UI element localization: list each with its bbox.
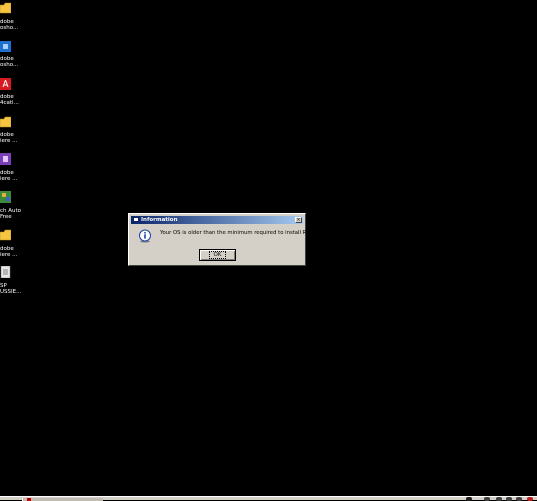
desktop-icon-4[interactable]: dobe iere ...: [0, 116, 26, 150]
desktop-icon-label: 4cati...: [0, 100, 19, 106]
folder-icon: [0, 229, 11, 241]
information-dialog: Information × Your OS is older than the …: [128, 213, 321, 266]
taskbar: [0, 496, 537, 501]
desktop-icon-8[interactable]: SP USSIE...: [0, 266, 26, 300]
desktop-icon-label: iere ...: [0, 138, 18, 144]
desktop-icon-label: osho...: [0, 62, 19, 68]
photoshop-icon: [0, 41, 11, 52]
premiere-icon: [0, 153, 11, 165]
window-icon: [133, 217, 139, 222]
dialog-titlebar[interactable]: Information ×: [131, 216, 303, 224]
desktop-icon-1[interactable]: dobe osho...: [0, 2, 26, 36]
ok-button-label: OK: [208, 251, 227, 259]
folder-icon: [0, 2, 11, 14]
desktop: dobe osho... dobe osho... dobe 4cati... …: [0, 0, 537, 496]
dialog-title: Information: [141, 217, 178, 223]
app-icon: [0, 191, 11, 203]
tray-icon[interactable]: [484, 497, 490, 501]
desktop-icon-7[interactable]: dobe iere ...: [0, 229, 26, 263]
close-button[interactable]: ×: [295, 217, 302, 223]
tray-icon[interactable]: [506, 497, 512, 501]
desktop-icon-3[interactable]: dobe 4cati...: [0, 78, 26, 112]
tray-icon[interactable]: [496, 497, 502, 501]
tray-icon[interactable]: [516, 497, 522, 501]
ok-button[interactable]: OK: [199, 249, 236, 261]
desktop-icon-label: osho...: [0, 25, 19, 31]
desktop-icon-label: iere ...: [0, 252, 18, 258]
tray-icon[interactable]: [466, 497, 472, 501]
desktop-icon-2[interactable]: dobe osho...: [0, 40, 26, 74]
document-icon: [0, 266, 11, 278]
desktop-icon-label: iere ...: [0, 176, 18, 182]
desktop-icon-label: USSIE...: [0, 289, 22, 295]
acrobat-icon: [0, 78, 11, 90]
tray-icon[interactable]: [527, 497, 533, 501]
desktop-icon-6[interactable]: ch Auto Free: [0, 191, 26, 225]
info-icon: [139, 229, 151, 243]
dialog-message: Your OS is older than the minimum requir…: [160, 230, 321, 236]
folder-icon: [0, 116, 11, 128]
desktop-icon-5[interactable]: dobe iere ...: [0, 153, 26, 187]
desktop-icon-label: Free: [0, 214, 12, 220]
